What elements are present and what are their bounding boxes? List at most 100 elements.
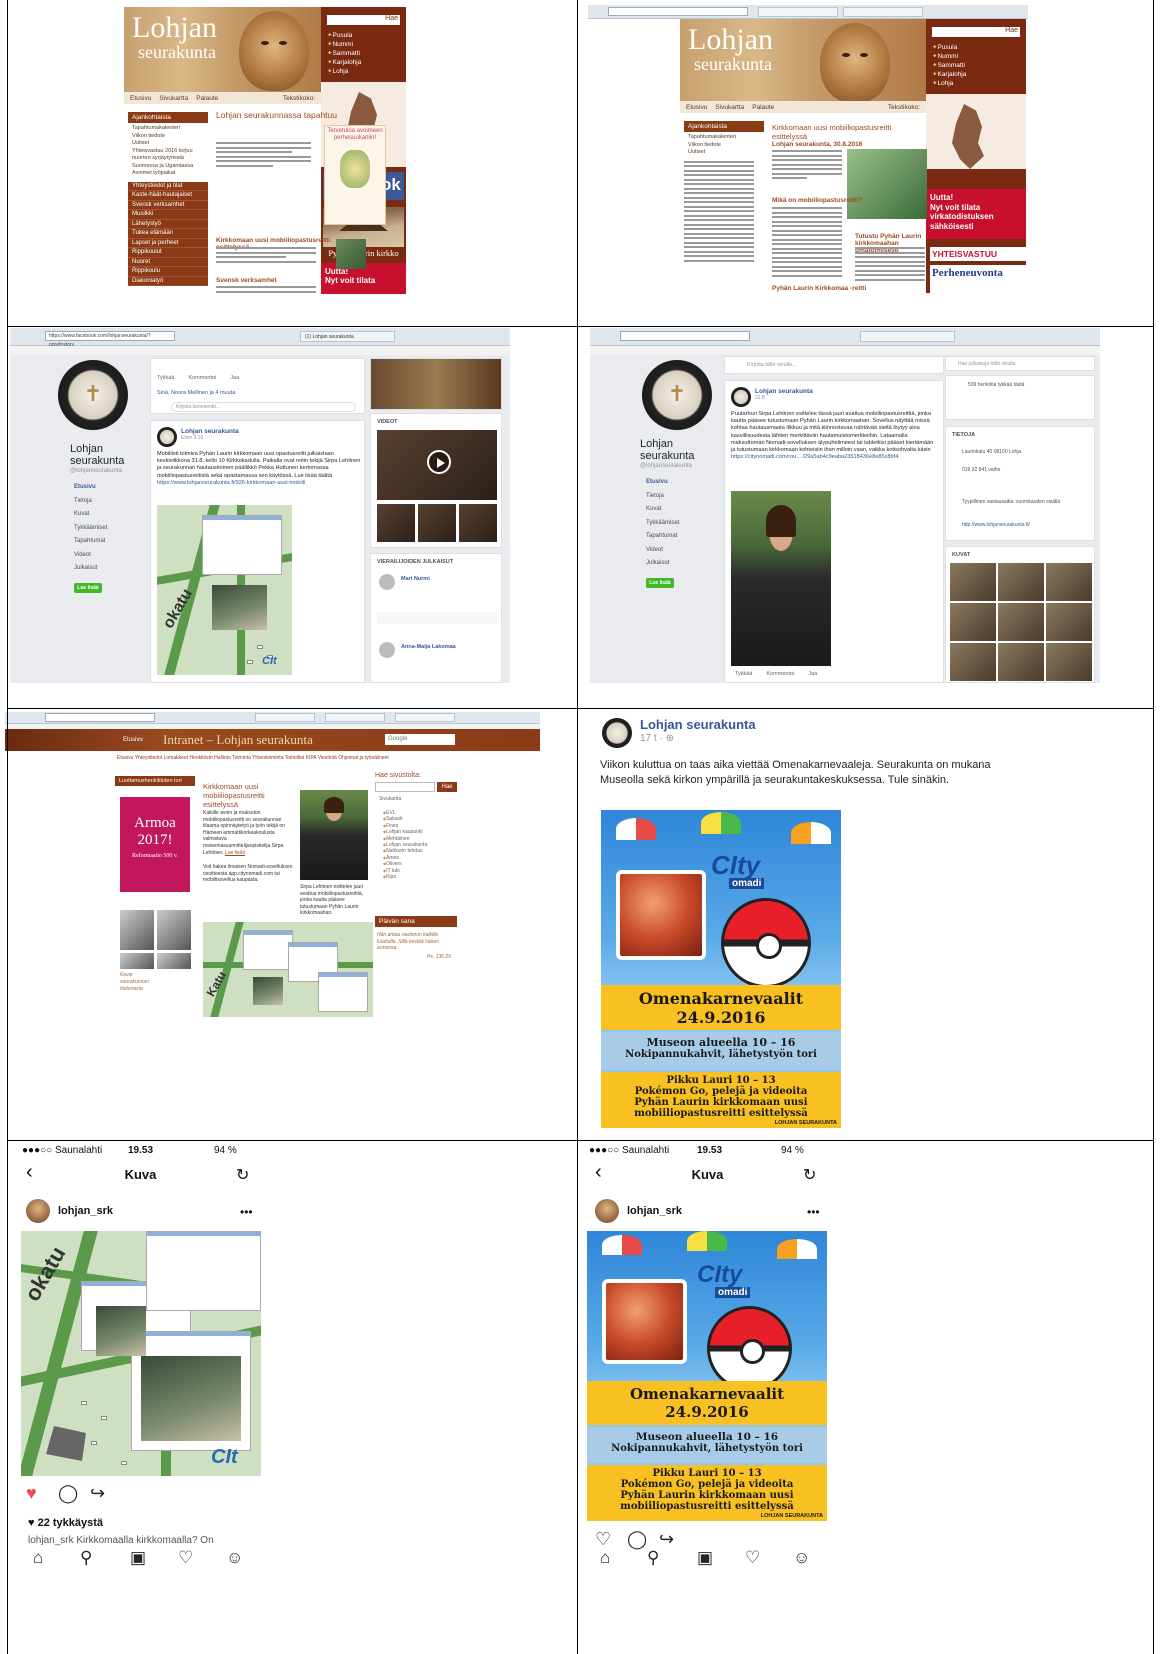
lue-lisaa-button[interactable]: Lue lisää	[74, 583, 102, 593]
visitor-posts-heading[interactable]: VIERAILIJOIDEN JULKAISUT	[377, 559, 453, 565]
page-profile-picture[interactable]	[642, 360, 712, 430]
virkatodistus-banner[interactable]: Uutta! Nyt voit tilata virkatodistuksen …	[926, 189, 1026, 239]
news-heading[interactable]: Kirkkomaan uusi mobiiliopastusreitti esi…	[203, 782, 298, 809]
visitor-name[interactable]: Mari Nurmi	[401, 576, 430, 582]
home-icon[interactable]: ⌂	[33, 1548, 43, 1568]
visitor-avatar[interactable]	[379, 642, 395, 658]
search-input[interactable]: Hae	[932, 27, 1020, 37]
reload-icon[interactable]: ↻	[803, 1165, 816, 1185]
post-author[interactable]: Lohjan seurakunta	[640, 717, 756, 732]
section-item[interactable]: Rippikoulu	[128, 267, 208, 277]
comment-icon[interactable]: ◯	[58, 1483, 78, 1504]
like-action[interactable]: Tykkää	[157, 375, 174, 381]
nav-videot[interactable]: Videot	[74, 549, 107, 563]
parish-link[interactable]: Sammatti	[932, 61, 1020, 70]
nav-etusivu[interactable]: Etusivu	[74, 481, 107, 495]
page-search-input[interactable]: Hae julkaisuja tältä sivulta	[958, 361, 1016, 367]
parish-link[interactable]: Sammatti	[327, 49, 400, 58]
page-handle[interactable]: @lohjanseurakunta	[640, 463, 692, 469]
search-icon[interactable]: ⚲	[647, 1548, 659, 1568]
section-item[interactable]: Tukea elämään	[128, 229, 208, 239]
reload-icon[interactable]: ↻	[236, 1165, 249, 1185]
link-item[interactable]: Kipa	[383, 874, 427, 880]
site-search-input[interactable]	[375, 782, 435, 792]
video-thumbnail[interactable]	[418, 504, 456, 542]
page-handle[interactable]: @lohjanseurakunta	[70, 468, 122, 474]
nav-etusivu[interactable]: Etusivu	[686, 104, 707, 111]
like-action[interactable]: Tykkää	[735, 671, 752, 677]
news-image[interactable]	[847, 149, 927, 219]
browser-tab[interactable]	[325, 713, 385, 722]
menu-head[interactable]: Ajankohtaista	[684, 121, 764, 132]
comment-action[interactable]: Kommentoi	[766, 671, 794, 677]
browser-tab[interactable]	[843, 7, 923, 17]
photo-grid[interactable]	[950, 563, 1092, 681]
menu-item[interactable]: Tapahtumakalenteri	[132, 125, 208, 133]
menu-head[interactable]: Ajankohtaista	[128, 112, 208, 123]
post-time[interactable]: 31.8	[755, 395, 813, 401]
write-post-input[interactable]: Kirjoita tälle sivulle...	[747, 362, 797, 368]
video-thumbnail[interactable]	[459, 504, 497, 542]
page-name[interactable]: Lohjan seurakunta	[640, 438, 694, 462]
parish-link[interactable]: Pusula	[932, 43, 1020, 52]
menu-item[interactable]: Tapahtumakalenteri	[688, 134, 764, 142]
link-item[interactable]: Lohjan kaupunki	[383, 829, 427, 835]
search-button[interactable]: Hae	[1005, 27, 1018, 34]
site-logo[interactable]: Lohjan seurakunta	[688, 25, 773, 74]
historic-photo[interactable]	[120, 953, 154, 969]
username[interactable]: lohjan_srk	[627, 1205, 682, 1217]
news-image[interactable]	[336, 239, 366, 269]
nav-palaute[interactable]: Palaute	[752, 104, 774, 111]
google-search-input[interactable]: Google	[385, 734, 455, 745]
likers-text[interactable]: Sinä, Noora Mellinen ja 4 muuta	[157, 390, 235, 396]
visitor-avatar[interactable]	[379, 574, 395, 590]
nav-tykkaamiset[interactable]: Tykkäämiset	[646, 517, 679, 531]
share-action[interactable]: Jaa	[808, 671, 817, 677]
browser-tab[interactable]	[860, 331, 955, 342]
likes-count[interactable]: ♥ 22 tykkäystä	[28, 1517, 103, 1529]
nav-tietoja[interactable]: Tietoja	[646, 490, 679, 504]
section-item[interactable]: Lähetystyö	[128, 220, 208, 229]
browser-tab[interactable]: (1) Lohjan seurakunta	[300, 331, 395, 342]
comment-action[interactable]: Kommentoi	[188, 375, 216, 381]
parish-link[interactable]: Karjalohja	[327, 58, 400, 67]
nav-kuvat[interactable]: Kuvat	[646, 503, 679, 517]
heart-outline-icon[interactable]: ♡	[595, 1529, 611, 1550]
nav-sivukartta[interactable]: Sivukartta	[159, 95, 188, 102]
photos-heading[interactable]: KUVAT	[952, 552, 970, 558]
armoa-banner[interactable]: Armoa 2017! Reformaatio 500 v.	[120, 797, 190, 892]
section-item[interactable]: Diakoniatyö	[128, 277, 208, 286]
nav-tapahtumat[interactable]: Tapahtumat	[74, 535, 107, 549]
yhteisvastuu-logo[interactable]: YHTEISVASTUU	[930, 247, 1026, 261]
camera-icon[interactable]: ▣	[697, 1548, 713, 1568]
user-avatar[interactable]	[595, 1199, 619, 1223]
section-item[interactable]: Musiikki	[128, 210, 208, 220]
post-link[interactable]: https://citynomadi.com/rou... /29a5ab4c9…	[731, 454, 898, 460]
parish-link[interactable]: Karjalohja	[932, 70, 1020, 79]
section-item[interactable]: Lapset ja perheet	[128, 239, 208, 248]
site-search-button[interactable]: Hae	[437, 782, 457, 792]
home-icon[interactable]: ⌂	[600, 1548, 610, 1568]
visitor-name[interactable]: Anna-Maija Lakomaa	[401, 644, 456, 650]
post-avatar[interactable]	[731, 387, 751, 407]
link-item[interactable]: Nahkurin tehdas	[383, 848, 427, 854]
username[interactable]: lohjan_srk	[58, 1205, 113, 1217]
profile-icon[interactable]: ☺	[793, 1548, 810, 1568]
historic-photo[interactable]	[157, 953, 191, 969]
menu-item[interactable]: Viikon tiedote	[132, 133, 208, 141]
search-button[interactable]: Hae	[385, 15, 398, 22]
luottamus-button[interactable]: Luottamushenkilöiden tori	[115, 776, 195, 786]
lue-lisaa-link[interactable]: Lue lisää	[225, 850, 245, 856]
nav-sivukartta[interactable]: Sivukartta	[715, 104, 744, 111]
comment-input[interactable]: Kirjoita kommentti...	[171, 402, 356, 412]
nav-etusivu[interactable]: Etusivu	[130, 95, 151, 102]
address-bar[interactable]	[45, 713, 155, 722]
map-screenshot-image[interactable]: Katu	[203, 922, 373, 1017]
post-author[interactable]: Lohjan seurakunta	[755, 388, 813, 395]
map-post-image[interactable]: okatu CIt	[21, 1231, 261, 1476]
browser-tab[interactable]	[255, 713, 315, 722]
address-bar[interactable]	[608, 7, 748, 16]
intranet-menu[interactable]: Etusivu Yhteystiedot Lomakkeet Henkilöst…	[117, 755, 389, 761]
menu-item[interactable]: Viikon tiedote	[688, 142, 764, 150]
parish-link[interactable]: Lohja	[327, 67, 400, 76]
